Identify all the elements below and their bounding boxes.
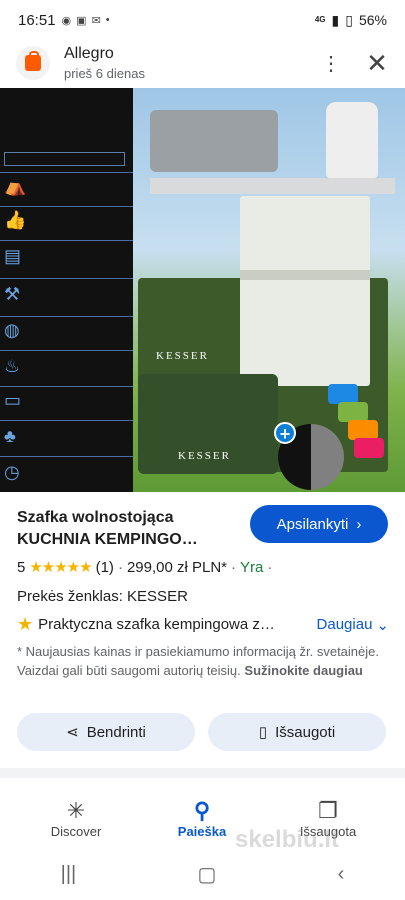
sidebar-divider (0, 278, 133, 279)
battery-icon: ▯ (345, 11, 353, 28)
section-divider (0, 768, 405, 778)
save-label: Išsaugoti (275, 723, 336, 741)
sidebar-divider (0, 420, 133, 421)
windscreen (150, 110, 278, 172)
app-name: Allegro (64, 45, 114, 62)
tab-label: Paieška (177, 824, 227, 839)
tab-discover[interactable]: ✳ Discover (26, 798, 126, 839)
stock-status: Yra (240, 558, 264, 576)
recents-icon[interactable]: ||| (61, 863, 77, 886)
add-icon[interactable]: + (274, 422, 296, 444)
bookmark-icon: ▯ (258, 724, 268, 741)
asterisk-icon: ✳ (66, 798, 86, 823)
dot-icon: • (105, 14, 110, 26)
search-icon: ⚲ (193, 798, 211, 823)
sidebar-divider (0, 206, 133, 207)
category-sidebar: ⛺ 👍 ▤ ⚒ ◍ ♨ ▭ ♣ ◷ (0, 88, 133, 492)
price: 299,00 zł PLN* (126, 558, 228, 576)
bookmarks-icon: ❐ (318, 798, 338, 823)
visit-label: Apsilankyti (276, 515, 349, 533)
separator-dot: · (231, 558, 237, 576)
bag-icon: ▭ (4, 390, 22, 410)
header-titles: Allegro prieš 6 dienas (64, 45, 145, 81)
thumbs-up-icon: 👍 (4, 210, 27, 230)
close-icon[interactable]: ✕ (365, 48, 389, 79)
separator-dot: · (267, 558, 273, 576)
sidebar-divider (0, 316, 133, 317)
feature-text: Praktyczna szafka kempingowa z… (38, 616, 275, 633)
star-rating-icon: ★★★★★ (29, 559, 92, 576)
cabinet-shelf (240, 270, 370, 280)
signal-icon: ▮ (331, 11, 340, 28)
allegro-logo (16, 46, 50, 80)
back-icon[interactable]: ‹ (338, 863, 345, 886)
sidebar-divider (0, 240, 133, 241)
learn-more-link[interactable]: Sužinokite daugiau (244, 663, 362, 678)
chevron-right-icon: › (356, 515, 362, 533)
review-count: (1) (95, 558, 114, 576)
feature-row: ★ Praktyczna szafka kempingowa z… Daugia… (17, 614, 389, 635)
cup (354, 438, 384, 458)
more-label: Daugiau (316, 616, 373, 633)
sidebar-divider (0, 172, 133, 173)
rating-value: 5 (17, 558, 26, 576)
cup (338, 402, 368, 422)
share-button[interactable]: ⋖ Bendrinti (17, 713, 195, 751)
table-icon: ▤ (4, 246, 22, 266)
star-icon: ★ (17, 614, 34, 634)
table-top (150, 178, 395, 194)
more-button[interactable]: Daugiau ⌄ (317, 616, 389, 634)
cabinet-interior (240, 196, 370, 386)
chevron-down-icon: ⌄ (376, 616, 389, 634)
sidebar-divider (0, 456, 133, 457)
thermos-jug (326, 102, 378, 178)
spray-icon: ♨ (4, 356, 21, 376)
header-subtitle: prieš 6 dienas (64, 66, 145, 81)
share-label: Bendrinti (86, 723, 146, 741)
shopping-bag-icon (25, 51, 41, 71)
status-bar: 16:51 ◉ ▣ ✉ • 4G ▮ ▯ 56% (0, 0, 405, 40)
more-options-icon[interactable]: ⋮ (319, 51, 343, 76)
bag-brand-label: KESSER (178, 450, 231, 462)
disclaimer: * Naujausias kainas ir pasiekiamumo info… (17, 642, 387, 680)
tree-icon: ♣ (4, 426, 16, 446)
home-icon[interactable]: ▢ (197, 862, 216, 887)
product-image[interactable]: ⛺ 👍 ▤ ⚒ ◍ ♨ ▭ ♣ ◷ KESSER KESSER + (0, 88, 405, 492)
gallery-icon: ▣ (76, 14, 87, 27)
bottom-navigation: ✳ Discover ⚲ Paieška ❐ Išsaugota (0, 784, 405, 846)
app-header: Allegro prieš 6 dienas ⋮ ✕ (0, 40, 405, 86)
tool-icon: ⚒ (4, 284, 21, 304)
pot-icon: ◍ (4, 320, 20, 340)
save-button[interactable]: ▯ Išsaugoti (208, 713, 386, 751)
watermark: skelbiu.lt (235, 826, 340, 853)
tab-label: Discover (50, 824, 102, 839)
cabinet-brand-label: KESSER (156, 350, 209, 362)
share-icon: ⋖ (66, 724, 79, 741)
sidebar-divider (0, 386, 133, 387)
brand-line: Prekės ženklas: KESSER (17, 588, 188, 605)
mail-icon: ✉ (91, 14, 101, 27)
status-right: 4G ▮ ▯ 56% (315, 12, 387, 29)
visit-button[interactable]: Apsilankyti › (250, 505, 388, 543)
clock-icon: ◷ (4, 462, 20, 482)
status-time: 16:51 (18, 11, 56, 29)
product-title: Szafka wolnostojąca KUCHNIA KEMPINGO… (17, 509, 198, 548)
sidebar-search-box (4, 152, 125, 166)
tent-icon: ⛺ (4, 176, 27, 196)
network-label: 4G (314, 15, 326, 24)
rating-row: 5 ★★★★★ (1) · 299,00 zł PLN* · Yra · (17, 558, 273, 577)
sidebar-divider (0, 350, 133, 351)
cup (348, 420, 378, 440)
cup (328, 384, 358, 404)
messenger-icon: ◉ (61, 14, 72, 27)
separator-dot: · (117, 558, 123, 576)
battery-level: 56% (358, 12, 387, 28)
system-navigation: ||| ▢ ‹ (0, 852, 405, 896)
notification-icons: ◉ ▣ ✉ • (62, 14, 110, 27)
